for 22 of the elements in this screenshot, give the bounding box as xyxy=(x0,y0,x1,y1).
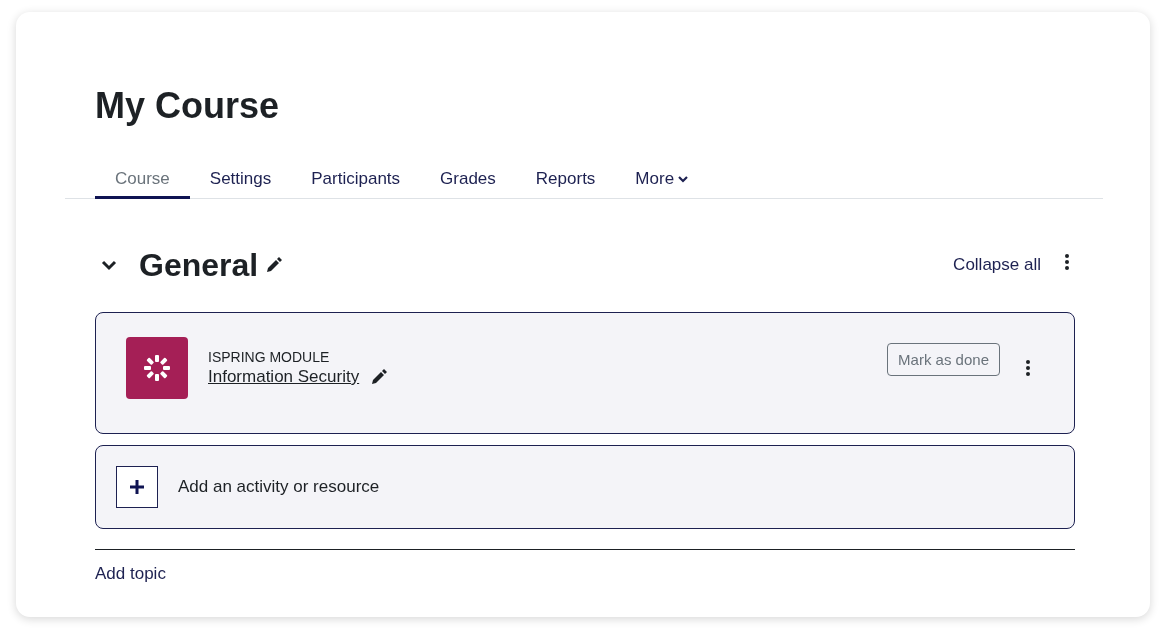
course-title: My Course xyxy=(94,84,281,128)
nav-tab[interactable]: Reports xyxy=(515,150,616,199)
activity-type: ISPRING MODULE xyxy=(208,349,331,365)
edit-icon[interactable] xyxy=(371,369,388,385)
mark-as-done-button[interactable]: Mark as done xyxy=(887,343,1000,376)
more-options-icon xyxy=(1065,254,1069,270)
collapse-all-link[interactable]: Collapse all xyxy=(953,255,1041,275)
edit-icon[interactable] xyxy=(266,257,283,273)
nav-tab[interactable]: Grades xyxy=(420,150,516,199)
chevron-down-icon xyxy=(101,259,117,271)
nav-tab[interactable]: Participants xyxy=(291,150,421,199)
nav-tab[interactable]: Course xyxy=(95,150,190,199)
plus-icon xyxy=(130,480,144,494)
add-activity-text[interactable]: Add an activity or resource xyxy=(178,477,380,497)
add-topic-link[interactable]: Add topic xyxy=(95,564,1075,584)
add-button[interactable] xyxy=(116,466,158,508)
section-title: General xyxy=(139,246,259,284)
more-options-icon xyxy=(1026,360,1030,376)
nav-tab[interactable]: Settings xyxy=(189,150,292,199)
activity-link[interactable]: Information Security xyxy=(208,367,360,387)
chevron-down-icon xyxy=(678,175,689,183)
nav-tab[interactable]: More xyxy=(615,150,709,199)
